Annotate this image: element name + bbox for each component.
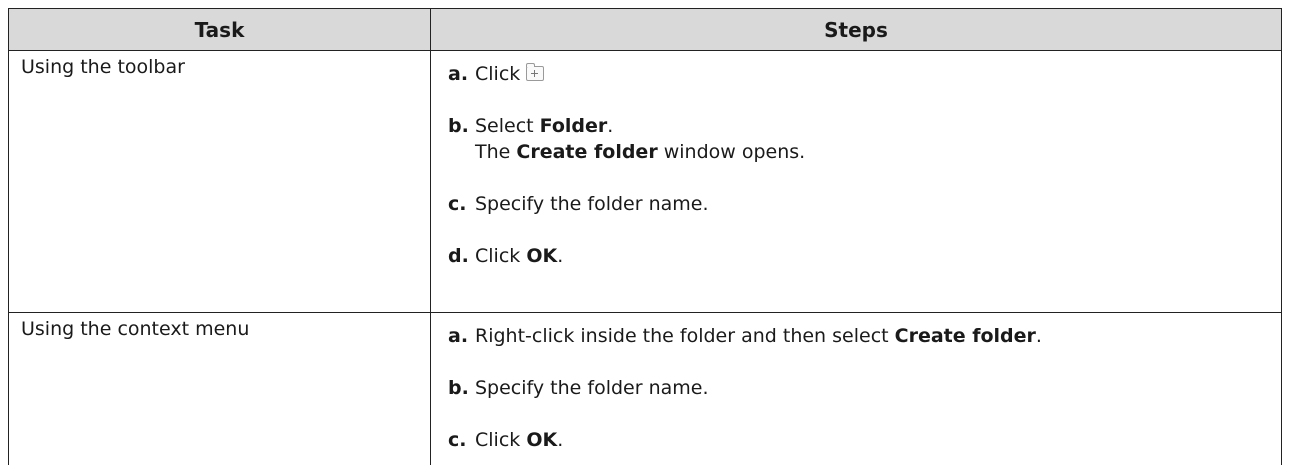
step-letter: c. (448, 193, 467, 215)
step-text: Select (475, 115, 540, 137)
step-text: Click (475, 429, 527, 451)
step-text: . (607, 115, 614, 137)
step-letter: a. (448, 325, 469, 347)
step-item: c. Specify the folder name. (448, 191, 1269, 217)
task-steps-table: Task Steps Using the toolbar a. Click b.… (8, 8, 1282, 465)
step-letter: c. (448, 429, 467, 451)
table-row: Using the context menu a. Right-click in… (8, 312, 1282, 465)
step-text: Click (475, 245, 527, 267)
header-steps: Steps (430, 8, 1282, 51)
step-bold-text: Folder (539, 115, 608, 137)
step-text: . (557, 429, 564, 451)
step-bold-text: OK (526, 429, 558, 451)
steps-table-container: Task Steps Using the toolbar a. Click b.… (8, 8, 1282, 465)
step-item: a. Click (448, 61, 1269, 87)
table-row: Using the toolbar a. Click b. Select Fol… (8, 50, 1282, 313)
step-text: . (557, 245, 564, 267)
step-bold-text: OK (526, 245, 558, 267)
task-cell: Using the context menu (8, 312, 431, 465)
step-letter: a. (448, 63, 469, 85)
steps-cell: a. Right-click inside the folder and the… (430, 312, 1282, 465)
step-bold-text: Create folder (894, 325, 1036, 347)
step-item: b. Specify the folder name. (448, 375, 1269, 401)
table-header-row: Task Steps (8, 8, 1282, 51)
step-text: Specify the folder name. (475, 193, 709, 215)
step-result-text: The (475, 141, 517, 163)
step-letter: d. (448, 245, 469, 267)
task-cell: Using the toolbar (8, 50, 431, 313)
step-bold-text: Create folder (516, 141, 658, 163)
add-folder-icon (526, 63, 545, 81)
step-letter: b. (448, 377, 469, 399)
header-task: Task (8, 8, 431, 51)
step-text: Click (475, 63, 521, 85)
step-letter: b. (448, 115, 469, 137)
step-item: c. Click OK. (448, 427, 1269, 453)
step-result-text: window opens. (657, 141, 806, 163)
steps-cell: a. Click b. Select Folder. The Create fo… (430, 50, 1282, 313)
step-text: Specify the folder name. (475, 377, 709, 399)
step-item: d. Click OK. (448, 243, 1269, 269)
step-text: . (1035, 325, 1042, 347)
step-text: Right-click inside the folder and then s… (475, 325, 895, 347)
step-item: a. Right-click inside the folder and the… (448, 323, 1269, 349)
step-item: b. Select Folder. The Create folder wind… (448, 113, 1269, 165)
